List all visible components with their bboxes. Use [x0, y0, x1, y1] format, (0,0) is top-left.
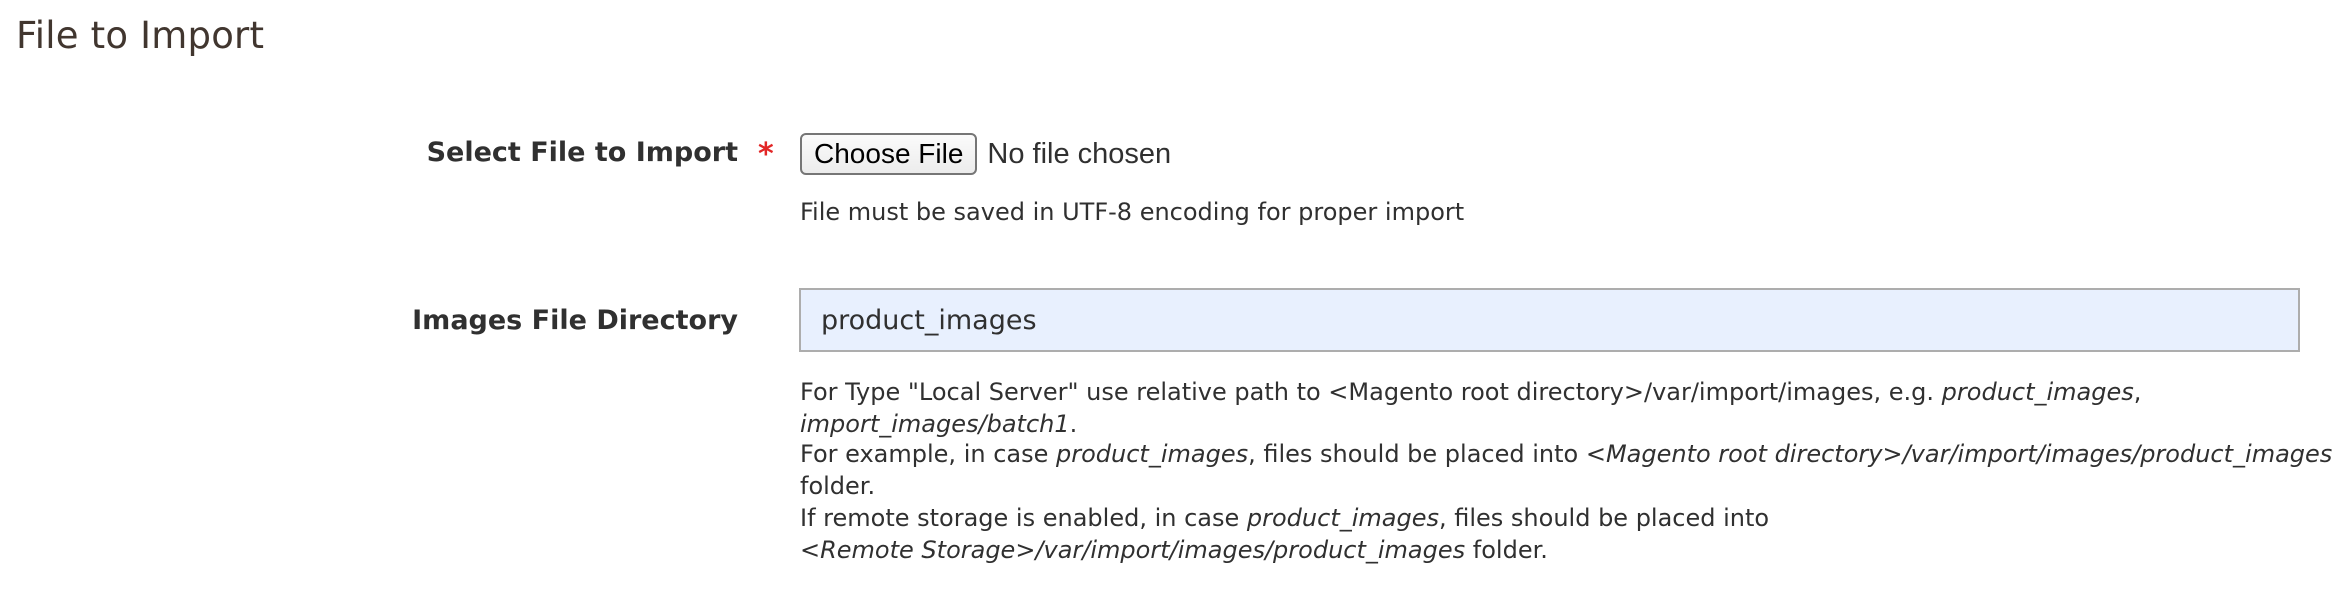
note-text: If remote storage is enabled, in case [800, 504, 1247, 532]
choose-file-button[interactable]: Choose File [800, 133, 978, 175]
note-example: product_images [1941, 378, 2134, 406]
file-status-text: No file chosen [987, 137, 1172, 170]
note-example: product_images [1246, 504, 1439, 532]
note-text: For example, in case [800, 440, 1056, 468]
images-directory-label: Images File Directory [412, 305, 738, 336]
note-example: product_images [1056, 440, 1249, 468]
note-text: For Type "Local Server" use relative pat… [800, 378, 1942, 406]
select-file-label: Select File to Import [426, 137, 738, 168]
import-file-section: File to Import Select File to Import * C… [0, 0, 2334, 590]
images-directory-input[interactable] [799, 288, 2300, 352]
note-text: , [2133, 378, 2142, 406]
file-encoding-note: File must be saved in UTF-8 encoding for… [800, 198, 1465, 226]
note-text: . [1069, 410, 1078, 438]
note-text: , files should be placed into [1248, 440, 1586, 468]
note-text: folder. [1465, 536, 1548, 564]
directory-note-example: For example, in case product_images, fil… [800, 438, 2334, 502]
note-path: <Remote Storage>/var/import/images/produ… [800, 536, 1466, 564]
section-title: File to Import [16, 14, 265, 57]
note-text: , files should be placed into [1438, 504, 1770, 532]
directory-note-local-server: For Type "Local Server" use relative pat… [800, 376, 2334, 440]
note-path: <Magento root directory>/var/import/imag… [1585, 440, 2333, 468]
note-text: folder. [800, 472, 876, 500]
required-asterisk: * [758, 137, 774, 172]
directory-note-remote-storage: If remote storage is enabled, in case pr… [800, 502, 1860, 566]
file-input[interactable]: Choose File No file chosen [800, 133, 1171, 175]
note-example: import_images/batch1 [800, 410, 1070, 438]
